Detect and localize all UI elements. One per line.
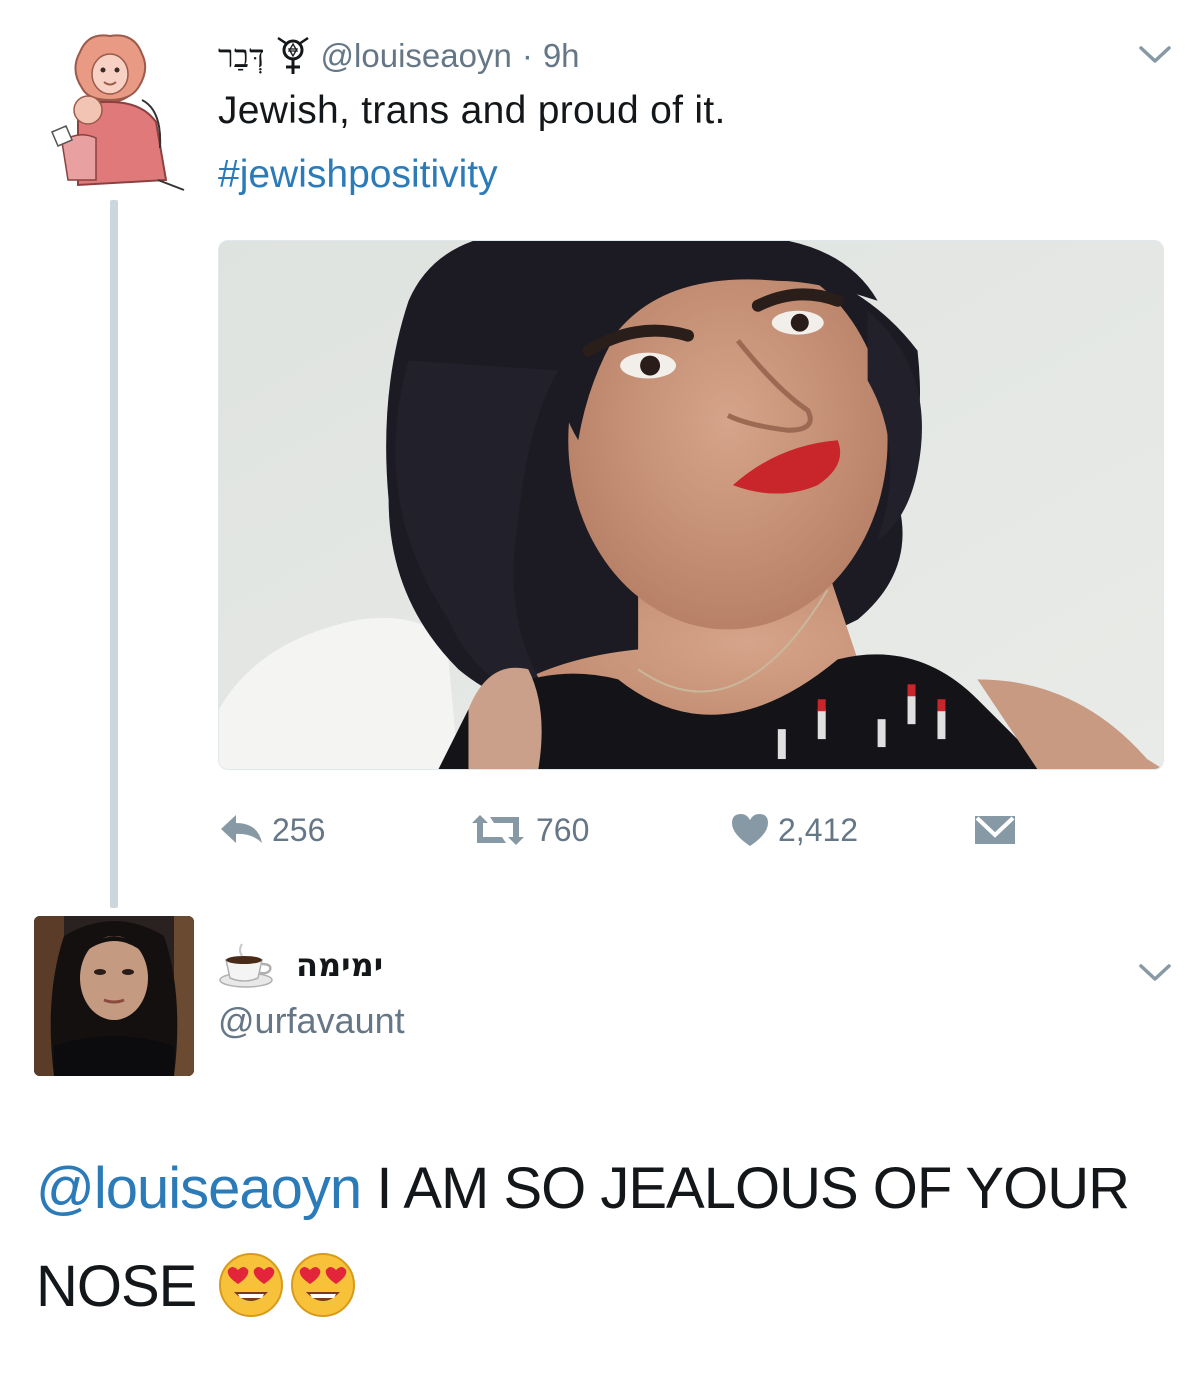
retweet-button[interactable]: 760: [468, 806, 589, 854]
thread-connector-line: [110, 200, 118, 908]
tweet-photo[interactable]: [218, 240, 1164, 770]
like-button[interactable]: 2,412: [730, 806, 858, 854]
separator-dot: ·: [521, 37, 533, 74]
timestamp[interactable]: 9h: [543, 37, 580, 75]
like-count: 2,412: [778, 811, 859, 848]
user-handle[interactable]: @urfavaunt: [218, 1000, 405, 1042]
reply-header: ימימה: [218, 940, 383, 990]
tweet-header: דְּבַר @louiseaoyn · 9h: [218, 34, 580, 78]
user-handle[interactable]: @louiseaoyn: [321, 37, 512, 75]
retweet-icon: [468, 813, 528, 847]
urfavaunt-avatar[interactable]: [34, 916, 194, 1076]
heart-eyes-emoji-icon: [218, 1250, 284, 1317]
reply-count: 256: [272, 811, 326, 848]
chevron-down-icon[interactable]: [1138, 962, 1172, 984]
reply-text-line2: NOSE: [36, 1254, 197, 1319]
reply-button[interactable]: 256: [218, 806, 325, 854]
chevron-down-icon[interactable]: [1138, 44, 1172, 66]
tweet-text: Jewish, trans and proud of it.: [218, 89, 726, 132]
retweet-count: 760: [536, 811, 590, 848]
direct-message-button[interactable]: [973, 806, 1017, 854]
hashtag-link[interactable]: #jewishpositivity: [218, 150, 498, 200]
display-name[interactable]: דְּבַר: [218, 37, 265, 75]
display-name[interactable]: ימימה: [296, 946, 383, 984]
mention-link[interactable]: @louiseaoyn: [36, 1156, 362, 1221]
louiseaoyn-avatar[interactable]: [38, 30, 188, 195]
reply-icon: [218, 813, 264, 847]
reply-text-line1: I AM SO JEALOUS OF YOUR: [361, 1156, 1130, 1221]
coffee-cup-icon: [218, 942, 274, 988]
heart-icon: [730, 812, 770, 848]
jewish-trans-symbol-icon: [275, 36, 311, 76]
envelope-icon: [973, 813, 1017, 847]
reply-text: @louiseaoyn I AM SO JEALOUS OF YOUR NOSE: [36, 1140, 1176, 1336]
heart-eyes-emoji-icon: [290, 1250, 356, 1317]
tweet-actions: 256 760 2,412: [218, 806, 1038, 854]
